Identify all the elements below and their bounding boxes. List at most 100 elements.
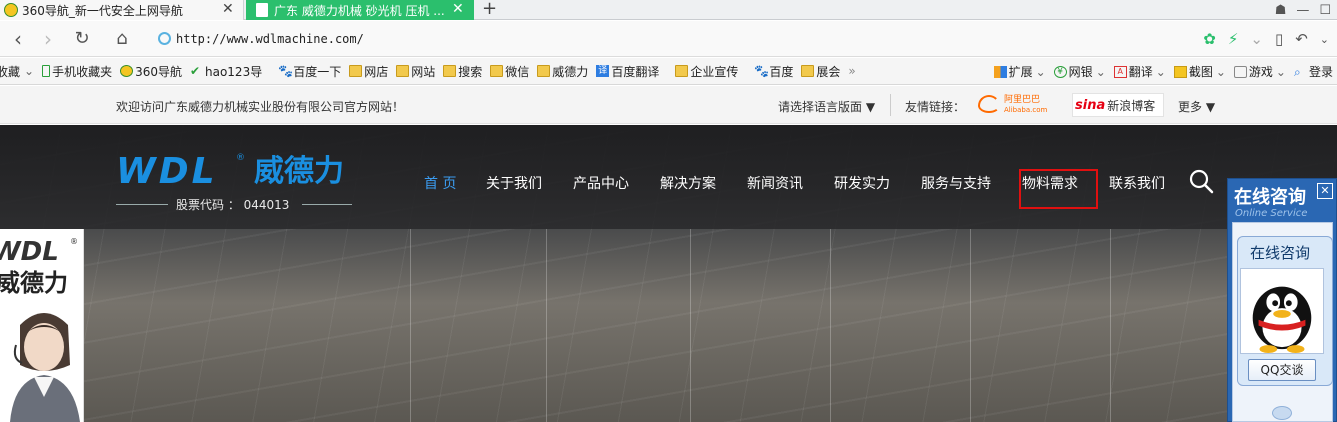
alibaba-en: Alibaba.com	[1004, 106, 1048, 114]
folder-icon	[443, 65, 457, 77]
tab-360-nav[interactable]: 360导航_新一代安全上网导航 ✕	[0, 0, 244, 20]
toolbar-label: 扩展	[1008, 65, 1033, 79]
left-service-panel[interactable]: WDL ® 威德力	[0, 229, 84, 422]
refresh-icon[interactable]: ↻	[70, 27, 94, 51]
nav-solutions[interactable]: 解决方案	[660, 173, 716, 193]
browser-tab-bar: 360导航_新一代安全上网导航 ✕ 广东 威德力机械 砂光机 压机 ... ✕ …	[0, 0, 1337, 20]
hero-cable	[830, 229, 831, 422]
registered-mark: ®	[236, 153, 245, 163]
toolbar-extensions: 扩展 ⌄ ¥ 网银 ⌄ A 翻译 ⌄ 截图 ⌄ 游戏 ⌄ ⌕ 登录	[983, 58, 1337, 84]
bookmark-folder-wechat[interactable]: 微信	[486, 63, 533, 80]
close-icon[interactable]: ✕	[222, 1, 234, 18]
speed-mode-icon[interactable]: ⚡	[1228, 30, 1239, 48]
address-bar: ‹ › ↻ ⌂ ✿ ⚡ ⌄ ▯ ↶ ⌄	[0, 21, 1337, 57]
hero-cable	[1110, 229, 1111, 422]
site-logo-cn[interactable]: 威德力	[254, 155, 344, 189]
netbank-button[interactable]: ¥ 网银 ⌄	[1050, 63, 1110, 80]
folder-icon	[801, 65, 815, 77]
translate-button[interactable]: A 翻译 ⌄	[1110, 63, 1170, 80]
folder-icon	[490, 65, 504, 77]
alibaba-logo-text: 阿里巴巴 Alibaba.com	[1004, 95, 1047, 115]
sina-blog-link[interactable]: sina 新浪博客	[1072, 93, 1164, 117]
extensions-icon	[993, 65, 1007, 78]
skin-icon[interactable]: ☗	[1275, 3, 1287, 18]
home-icon[interactable]: ⌂	[110, 27, 134, 51]
consult-inner-title: 在线咨询	[1250, 244, 1311, 262]
bookmark-favorites[interactable]: 收藏 ⌄	[0, 63, 38, 80]
nav-news[interactable]: 新闻资讯	[747, 173, 803, 193]
back-icon[interactable]: ‹	[6, 27, 30, 51]
page-icon	[256, 3, 268, 17]
tab-wdl-machine[interactable]: 广东 威德力机械 砂光机 压机 ... ✕	[246, 0, 474, 20]
bookmark-360[interactable]: 360导航	[116, 63, 186, 80]
more-links-button[interactable]: 更多 ▼	[1178, 98, 1215, 115]
nav-products[interactable]: 产品中心	[573, 173, 629, 193]
new-tab-button[interactable]: +	[482, 0, 497, 19]
divider	[890, 94, 891, 116]
toolbar-label: 翻译	[1128, 65, 1153, 79]
security-icon[interactable]: ✿	[1203, 30, 1216, 48]
tab-title: 360导航_新一代安全上网导航	[22, 3, 183, 18]
screenshot-icon	[1173, 65, 1187, 78]
qq-avatar-box[interactable]	[1240, 268, 1324, 354]
forward-icon[interactable]: ›	[36, 27, 60, 51]
nav-highlight-box	[1019, 169, 1098, 209]
search-icon[interactable]	[1188, 168, 1214, 194]
bookmark-folder-promo[interactable]: 企业宣传	[671, 63, 742, 80]
360-icon	[120, 65, 134, 77]
window-controls: ☗ — ☐	[1275, 0, 1331, 20]
qq-chat-button[interactable]: QQ交谈	[1248, 359, 1316, 381]
hero-cable	[970, 229, 971, 422]
baidu-icon: 🐾	[278, 64, 294, 78]
bookmark-label: 网站	[411, 64, 436, 79]
bookmark-label: 百度	[769, 64, 794, 79]
screenshot-button[interactable]: 截图 ⌄	[1170, 63, 1230, 80]
bookmark-baidu-translate[interactable]: 译 百度翻译	[592, 63, 663, 80]
bookmark-folder-expo[interactable]: 展会	[797, 63, 844, 80]
nav-contact[interactable]: 联系我们	[1109, 173, 1165, 193]
maximize-icon[interactable]: ☐	[1319, 3, 1331, 18]
welcome-text: 欢迎访问广东威德力机械实业股份有限公司官方网站！	[116, 100, 405, 114]
alibaba-logo-icon	[978, 95, 1000, 113]
bookmark-baidu[interactable]: 🐾 百度	[750, 63, 797, 80]
toolbar-label: 游戏	[1248, 65, 1273, 79]
bookmark-label: 手机收藏夹	[52, 64, 113, 79]
nav-service[interactable]: 服务与支持	[921, 173, 991, 193]
close-icon[interactable]: ✕	[1317, 183, 1333, 199]
gamepad-icon	[1233, 65, 1247, 78]
chat-bubble-icon[interactable]	[1272, 406, 1292, 420]
bookmark-hao123[interactable]: ✔ hao123导	[186, 63, 266, 80]
nav-rnd[interactable]: 研发实力	[834, 173, 890, 193]
bookmark-folder-wdl[interactable]: 威德力	[533, 63, 592, 80]
hero-cable	[546, 229, 547, 422]
customer-service-person-image	[10, 313, 80, 422]
login-button[interactable]: ⌕ 登录	[1290, 63, 1337, 80]
login-search-icon: ⌕	[1293, 64, 1301, 79]
sina-blog-text: 新浪博客	[1107, 98, 1156, 113]
minimize-icon[interactable]: —	[1296, 3, 1309, 18]
bookmark-mobile[interactable]: 手机收藏夹	[38, 63, 116, 80]
bookmark-baidu-search[interactable]: 🐾 百度一下	[274, 63, 345, 80]
language-selector[interactable]: 请选择语言版面 ▼	[778, 98, 875, 115]
nav-home[interactable]: 首 页	[424, 173, 456, 193]
bookmarks-overflow-button[interactable]: »	[844, 64, 859, 78]
chevron-down-icon: ⌄	[1275, 64, 1286, 79]
chevron-down-icon: ⌄	[24, 64, 35, 78]
games-button[interactable]: 游戏 ⌄	[1230, 63, 1290, 80]
menu-icon[interactable]: ⌄	[1320, 33, 1329, 46]
extensions-button[interactable]: 扩展 ⌄	[990, 63, 1050, 80]
bookmark-folder-shop[interactable]: 网店	[345, 63, 392, 80]
address-bar-tools: ✿ ⚡ ⌄ ▯ ↶ ⌄	[1203, 27, 1337, 51]
bookmark-folder-sites[interactable]: 网站	[392, 63, 439, 80]
bookmark-folder-search[interactable]: 搜索	[439, 63, 486, 80]
alibaba-link[interactable]: 阿里巴巴 Alibaba.com	[978, 95, 1048, 115]
url-input[interactable]	[150, 27, 1230, 51]
close-icon[interactable]: ✕	[452, 1, 464, 18]
undo-icon[interactable]: ↶	[1295, 30, 1308, 48]
phone-icon[interactable]: ▯	[1275, 30, 1283, 48]
folder-icon	[349, 65, 363, 77]
site-logo[interactable]: WDL	[116, 154, 218, 190]
nav-about[interactable]: 关于我们	[486, 173, 542, 193]
phone-icon	[42, 65, 51, 77]
dropdown-icon[interactable]: ⌄	[1250, 30, 1263, 48]
